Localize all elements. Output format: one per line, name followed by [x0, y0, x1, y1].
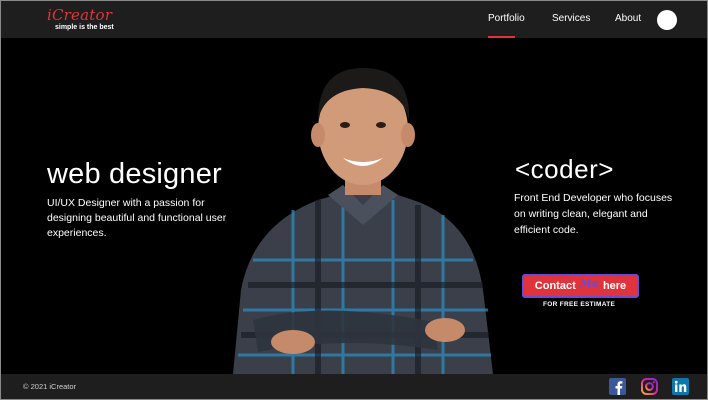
free-estimate-caption: FOR FREE ESTIMATE [543, 301, 616, 308]
instagram-icon[interactable] [641, 378, 658, 395]
web-designer-description: UI/UX Designer with a passion for design… [47, 197, 227, 239]
contact-label: Contact [534, 280, 576, 292]
web-designer-heading: web designer [47, 158, 222, 190]
me-label: Me [579, 276, 599, 290]
logo-tagline: simple is the best [55, 24, 114, 31]
top-navbar: iCreator simple is the best Portfolio Se… [1, 1, 707, 38]
nav-item-services[interactable]: Services [552, 13, 590, 24]
contact-me-button[interactable]: Contact Me here [522, 274, 639, 298]
portrait-photo [233, 68, 493, 374]
logo-title[interactable]: iCreator [47, 6, 112, 24]
here-label: here [602, 280, 627, 292]
hero-section: web designer UI/UX Designer with a passi… [1, 38, 707, 374]
user-avatar[interactable] [657, 10, 677, 30]
app-window: iCreator simple is the best Portfolio Se… [0, 0, 708, 400]
footer: © 2021 iCreator [1, 374, 707, 399]
linkedin-icon[interactable] [672, 378, 689, 395]
coder-description: Front End Developer who focuses on writi… [514, 192, 673, 236]
coder-heading: <coder> [515, 154, 614, 184]
facebook-icon[interactable] [609, 378, 626, 395]
nav-item-about[interactable]: About [615, 13, 641, 24]
copyright-text: © 2021 iCreator [23, 382, 77, 391]
nav-item-portfolio[interactable]: Portfolio [488, 13, 525, 24]
